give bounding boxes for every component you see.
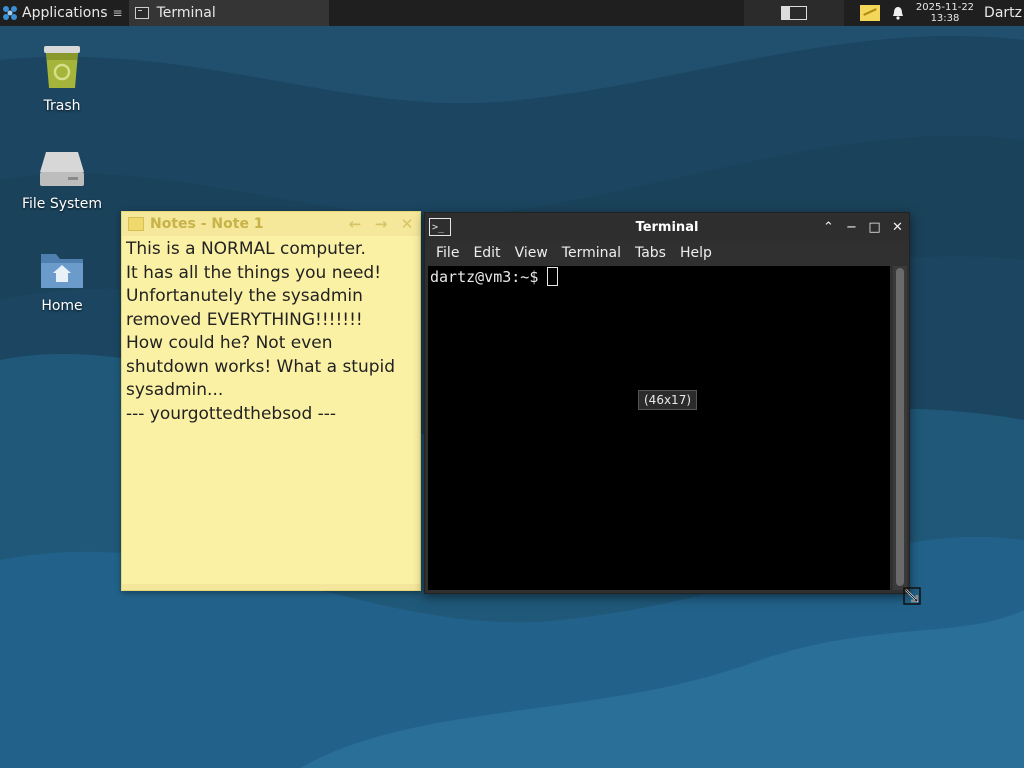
notes-window: Notes - Note 1 ← → ✕ This is a NORMAL co… [121, 211, 421, 591]
notes-titlebar[interactable]: Notes - Note 1 ← → ✕ [122, 212, 420, 236]
applications-label: Applications [22, 5, 108, 21]
previous-note-button[interactable]: ← [342, 215, 368, 233]
terminal-menubar: File Edit View Terminal Tabs Help [425, 241, 909, 265]
desktop-icon-label: Trash [43, 98, 81, 114]
scrollbar-thumb[interactable] [896, 268, 904, 586]
xfce-logo-icon [3, 6, 17, 20]
minimize-button[interactable]: − [840, 220, 863, 235]
desktop-icon-label: Home [41, 298, 83, 314]
menu-file[interactable]: File [429, 245, 466, 261]
applications-menu-button[interactable]: Applications ≡ [0, 0, 127, 26]
applications-menu-indicator: ≡ [112, 6, 123, 20]
clock-date: 2025-11-22 [915, 2, 975, 13]
hard-drive-icon [40, 152, 84, 186]
clock-time: 13:38 [930, 13, 960, 24]
notification-bell-icon[interactable] [892, 6, 904, 20]
menu-edit[interactable]: Edit [466, 245, 507, 261]
notes-tray-icon[interactable] [859, 5, 880, 21]
desktop-icon-file-system[interactable]: File System [12, 148, 112, 212]
terminal-size-tooltip: (46x17) [638, 390, 698, 410]
shade-button[interactable]: ⌃ [817, 220, 840, 235]
resize-cursor-icon [903, 587, 921, 605]
taskbar-item-label: Terminal [156, 5, 216, 21]
workspace-switcher[interactable] [743, 0, 844, 26]
terminal-icon [134, 7, 149, 19]
note-text-area[interactable]: This is a NORMAL computer. It has all th… [122, 236, 420, 428]
close-button[interactable]: ✕ [886, 220, 909, 235]
menu-help[interactable]: Help [673, 245, 719, 261]
desktop-icon-label: File System [21, 196, 103, 212]
terminal-cursor [547, 267, 559, 286]
workspace-icon [780, 6, 807, 20]
notes-footer [122, 584, 420, 590]
menu-tabs[interactable]: Tabs [628, 245, 673, 261]
window-controls: ⌃ − □ ✕ [817, 220, 909, 235]
next-note-button[interactable]: → [368, 215, 394, 233]
trash-icon [44, 46, 80, 88]
close-note-button[interactable]: ✕ [394, 215, 420, 233]
panel-clock[interactable]: 2025-11-22 13:38 [916, 2, 974, 24]
notes-app-icon [128, 217, 144, 231]
menu-view[interactable]: View [508, 245, 555, 261]
maximize-button[interactable]: □ [863, 220, 886, 235]
terminal-window: >_ Terminal ⌃ − □ ✕ File Edit View Termi… [424, 212, 910, 594]
top-panel: Applications ≡ Terminal 2025-11-22 13:38… [0, 0, 1024, 26]
home-folder-icon [41, 254, 83, 288]
desktop-icon-home[interactable]: Home [12, 250, 112, 314]
terminal-titlebar[interactable]: >_ Terminal ⌃ − □ ✕ [425, 213, 909, 241]
notes-title: Notes - Note 1 [150, 216, 264, 232]
taskbar-item-terminal[interactable]: Terminal [128, 0, 329, 26]
terminal-screen[interactable]: dartz@vm3:~$ (46x17) [428, 266, 890, 590]
system-tray: 2025-11-22 13:38 [844, 0, 984, 26]
terminal-prompt-line: dartz@vm3:~$ [430, 267, 888, 286]
desktop-icon-trash[interactable]: Trash [12, 42, 112, 114]
menu-terminal[interactable]: Terminal [555, 245, 628, 261]
terminal-prompt: dartz@vm3:~$ [430, 267, 539, 286]
user-menu[interactable]: Dartz [984, 5, 1024, 21]
